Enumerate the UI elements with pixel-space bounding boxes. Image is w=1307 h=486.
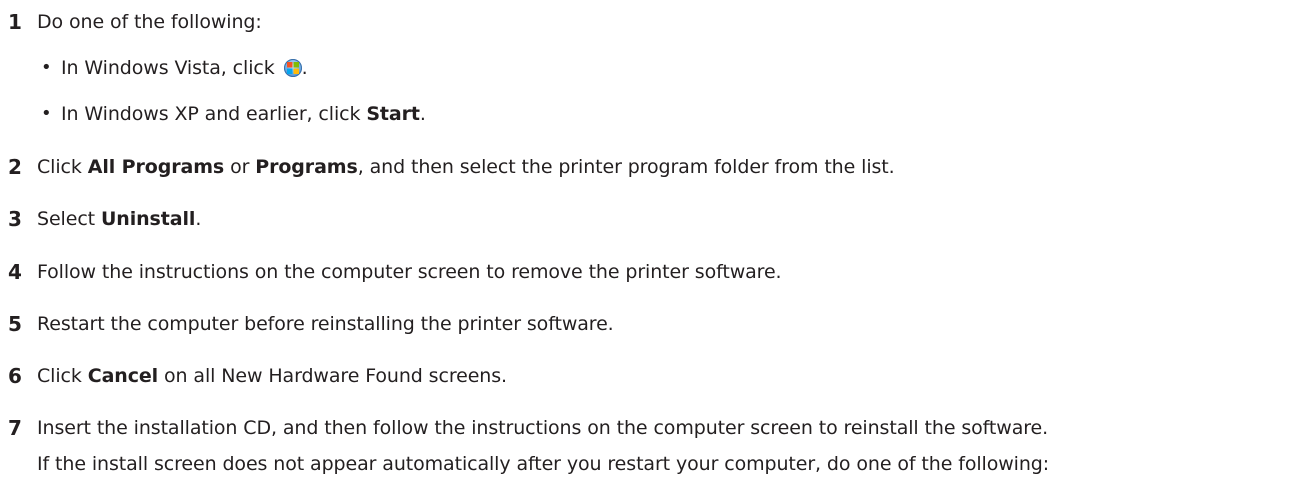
instructions-document: 1 Do one of the following: • In Windows …: [0, 0, 1307, 486]
step-text: Select Uninstall.: [37, 207, 201, 231]
bullet-text-post: .: [419, 103, 426, 125]
step-text-post: on all New Hardware Found screens.: [158, 365, 507, 387]
step-number: 5: [8, 312, 22, 336]
step-text-pre: Select: [37, 208, 101, 230]
note-text: If the install screen does not appear au…: [37, 453, 1050, 475]
bold-all-programs: All Programs: [87, 156, 225, 178]
bullet-text-pre: In Windows Vista, click: [61, 57, 281, 79]
step-text: Do one of the following:: [37, 11, 262, 33]
step-text-mid: or: [224, 156, 256, 178]
step-text-post: , and then select the printer program fo…: [357, 156, 895, 178]
bold-cancel: Cancel: [87, 365, 159, 387]
step-number: 4: [8, 260, 22, 284]
step-text: Click Cancel on all New Hardware Found s…: [37, 364, 507, 388]
bold-start: Start: [366, 103, 420, 125]
step-number: 2: [8, 155, 22, 179]
bullet-text: In Windows Vista, click .: [61, 56, 308, 80]
step-number: 3: [8, 207, 22, 231]
bold-programs: Programs: [255, 156, 358, 178]
step-text: Click All Programs or Programs, and then…: [37, 155, 895, 179]
step-text-pre: Click: [37, 365, 88, 387]
step-text: Insert the installation CD, and then fol…: [37, 417, 1049, 439]
bullet-text-pre: In Windows XP and earlier, click: [61, 103, 367, 125]
step-text: Restart the computer before reinstalling…: [37, 313, 614, 335]
step-text: Follow the instructions on the computer …: [37, 261, 782, 283]
step-text-pre: Click: [37, 156, 88, 178]
step-text-post: .: [195, 208, 202, 230]
bullet-text: In Windows XP and earlier, click Start.: [61, 102, 426, 126]
step-number: 1: [8, 10, 22, 34]
bullet-text-post: .: [301, 57, 308, 79]
bullet-dot: •: [41, 103, 52, 124]
windows-vista-start-orb-icon: [283, 59, 302, 77]
step-number: 6: [8, 364, 22, 388]
bullet-dot: •: [41, 57, 52, 78]
bold-uninstall: Uninstall: [100, 208, 196, 230]
step-number: 7: [8, 416, 22, 440]
